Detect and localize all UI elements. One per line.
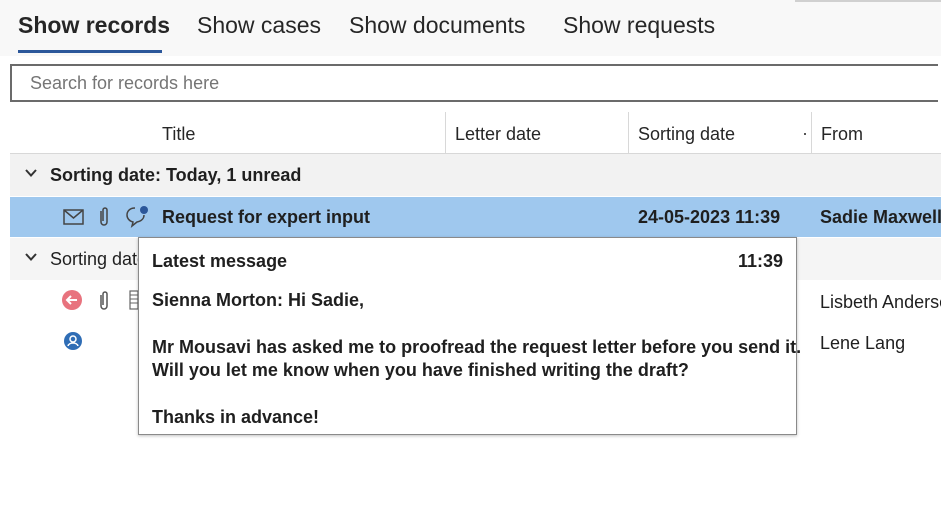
message-preview-tooltip: Latest message 11:39 Sienna Morton: Hi S… bbox=[138, 237, 801, 435]
row-from: Sadie Maxwell bbox=[820, 207, 941, 227]
column-divider[interactable] bbox=[628, 112, 629, 153]
comment-unread-icon bbox=[126, 206, 148, 228]
column-header-from[interactable]: From bbox=[821, 124, 863, 145]
message-line: Mr Mousavi has asked me to proofread the… bbox=[152, 337, 802, 357]
tooltip-time: 11:39 bbox=[737, 251, 783, 271]
column-header-title[interactable]: Title bbox=[162, 124, 195, 145]
search-input[interactable] bbox=[10, 64, 938, 102]
message-line: Thanks in advance! bbox=[152, 407, 320, 427]
column-divider[interactable] bbox=[811, 112, 812, 153]
tab-bar: Show records Show cases Show documents S… bbox=[0, 0, 941, 56]
paperclip-icon bbox=[100, 207, 108, 226]
message-line: Will you let me know when you have finis… bbox=[152, 360, 689, 380]
chevron-down-icon[interactable] bbox=[24, 166, 38, 180]
column-header-row: Title Letter date Sorting date From bbox=[10, 112, 941, 154]
contact-icon bbox=[64, 332, 82, 350]
tab-show-records[interactable]: Show records bbox=[18, 12, 170, 39]
group-header-today[interactable]: Sorting date: Today, 1 unread bbox=[10, 154, 941, 196]
tab-show-cases[interactable]: Show cases bbox=[197, 12, 321, 39]
table-row-selected[interactable]: Request for expert input 24-05-2023 11:3… bbox=[10, 197, 941, 237]
row-from: Lene Lang bbox=[820, 333, 906, 353]
group-label: Sorting date bbox=[50, 249, 148, 269]
column-header-letter-date[interactable]: Letter date bbox=[455, 124, 541, 145]
chevron-down-icon[interactable] bbox=[24, 250, 38, 264]
envelope-icon bbox=[63, 209, 84, 225]
row-sorting-date: 24-05-2023 11:39 bbox=[638, 207, 781, 227]
group-label: Sorting date: Today, 1 unread bbox=[50, 165, 302, 185]
column-divider[interactable] bbox=[445, 112, 446, 153]
top-divider bbox=[795, 0, 941, 2]
tooltip-title: Latest message bbox=[152, 251, 288, 271]
active-tab-indicator bbox=[18, 50, 162, 53]
tab-show-documents[interactable]: Show documents bbox=[349, 12, 525, 39]
row-from: Lisbeth Andersen bbox=[820, 292, 941, 312]
return-arrow-icon bbox=[62, 290, 82, 310]
tab-show-requests[interactable]: Show requests bbox=[563, 12, 715, 39]
row-title: Request for expert input bbox=[162, 207, 371, 227]
paperclip-icon bbox=[100, 291, 108, 310]
message-line: Sienna Morton: Hi Sadie, bbox=[152, 290, 365, 310]
sort-indicator-icon bbox=[804, 133, 806, 135]
column-header-sorting-date[interactable]: Sorting date bbox=[638, 124, 735, 145]
